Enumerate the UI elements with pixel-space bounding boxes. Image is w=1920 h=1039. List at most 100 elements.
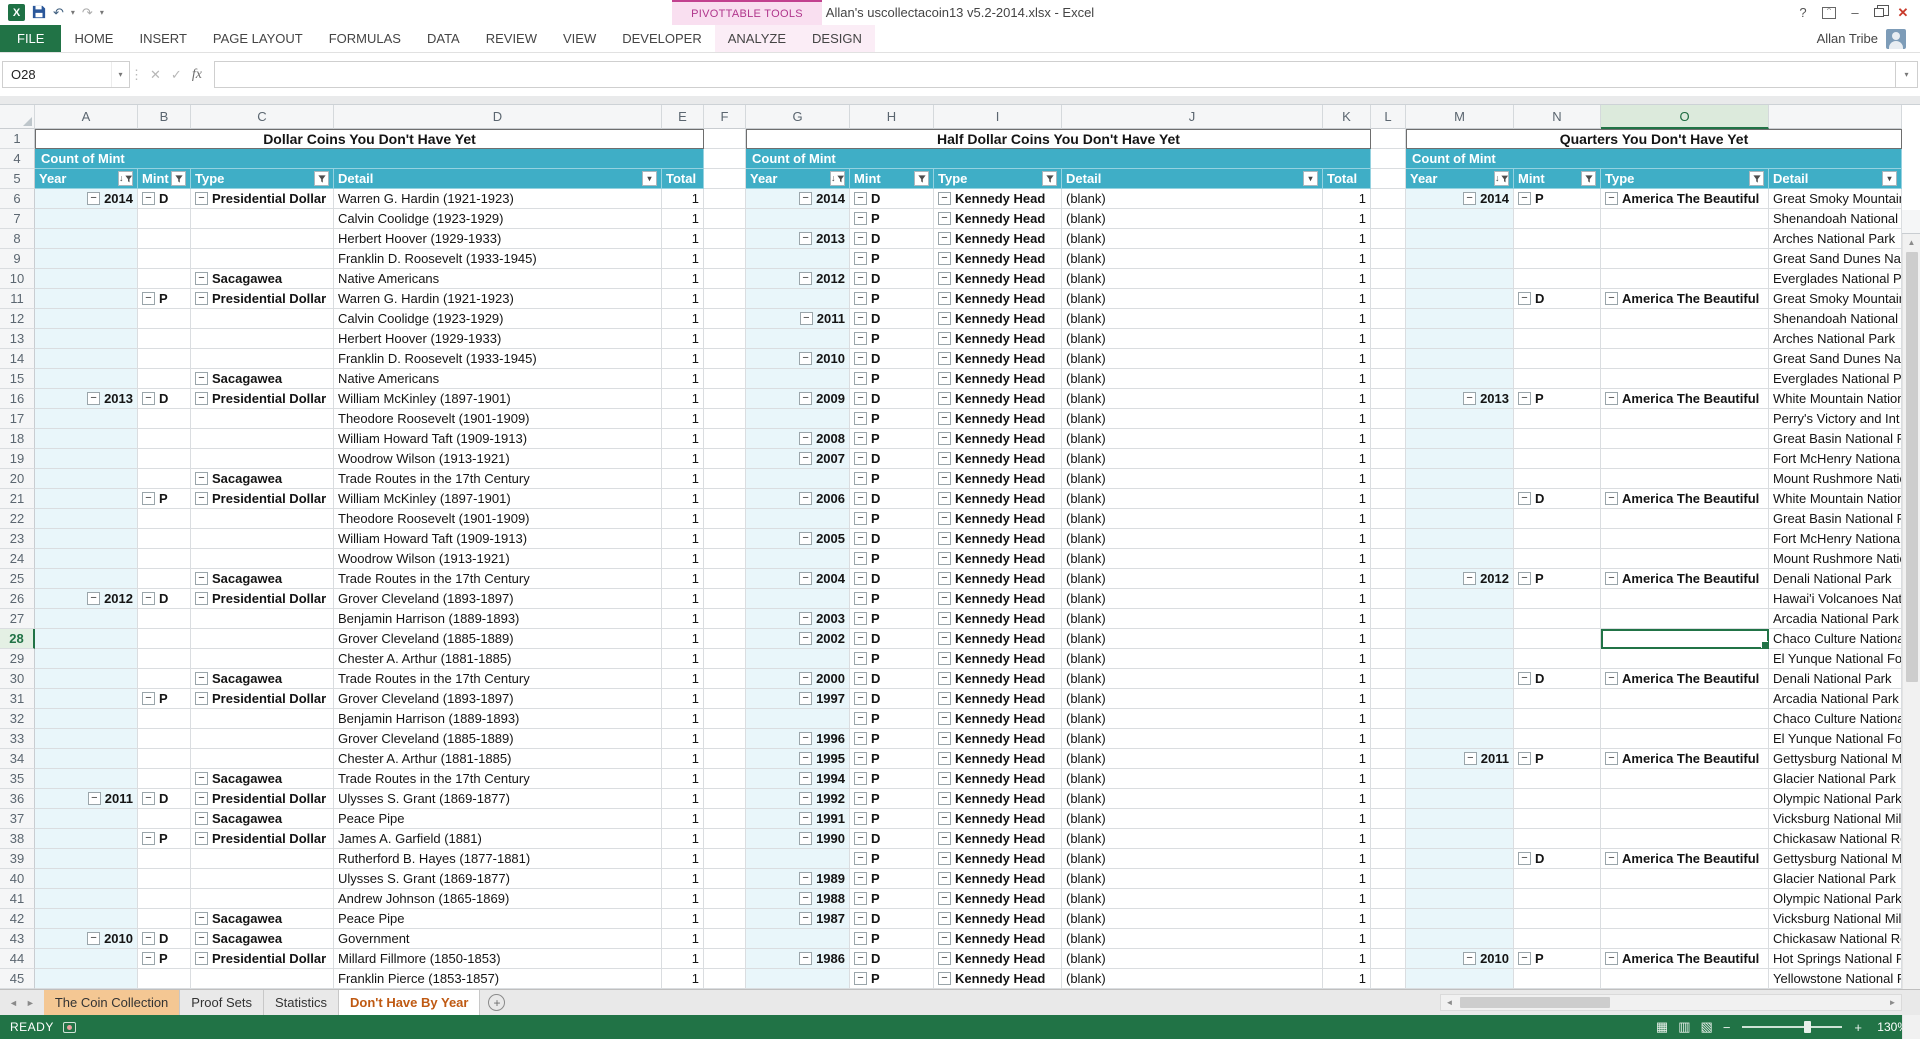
collapse-icon[interactable]: −	[1518, 672, 1531, 685]
grid-cell[interactable]: −P	[850, 369, 934, 389]
grid-cell[interactable]: −America The Beautiful	[1601, 749, 1769, 769]
collapse-icon[interactable]: −	[799, 752, 812, 765]
grid-cell[interactable]: −1989	[746, 869, 850, 889]
grid-cell[interactable]	[1514, 589, 1601, 609]
grid-cell[interactable]	[35, 369, 138, 389]
spacer-cell[interactable]	[1371, 169, 1406, 189]
grid-cell[interactable]: −Kennedy Head	[934, 389, 1062, 409]
grid-cell[interactable]: Arches National Park	[1769, 229, 1902, 249]
grid-cell[interactable]: −P	[850, 509, 934, 529]
grid-cell[interactable]: −Sacagawea	[191, 569, 334, 589]
grid-cell[interactable]: Calvin Coolidge (1923-1929)	[334, 309, 662, 329]
row-header-20[interactable]: 20	[0, 469, 35, 489]
spacer-cell[interactable]	[704, 369, 746, 389]
grid-cell[interactable]	[1514, 869, 1601, 889]
spacer-cell[interactable]	[704, 769, 746, 789]
grid-cell[interactable]: 1	[662, 349, 704, 369]
grid-cell[interactable]: 1	[1323, 609, 1371, 629]
grid-cell[interactable]: 1	[1323, 569, 1371, 589]
grid-cell[interactable]: −Presidential Dollar	[191, 489, 334, 509]
grid-cell[interactable]: (blank)	[1062, 709, 1323, 729]
grid-cell[interactable]: 1	[662, 409, 704, 429]
collapse-icon[interactable]: −	[195, 572, 208, 585]
grid-cell[interactable]: 1	[1323, 329, 1371, 349]
collapse-icon[interactable]: −	[799, 952, 812, 965]
grid-cell[interactable]: Chester A. Arthur (1881-1885)	[334, 649, 662, 669]
grid-cell[interactable]: −D	[850, 449, 934, 469]
collapse-icon[interactable]: −	[854, 392, 867, 405]
collapse-icon[interactable]: −	[938, 752, 951, 765]
grid-cell[interactable]: −D	[1514, 289, 1601, 309]
grid-cell[interactable]	[138, 449, 191, 469]
grid-cell[interactable]: −Kennedy Head	[934, 909, 1062, 929]
grid-cell[interactable]: 1	[1323, 809, 1371, 829]
grid-cell[interactable]	[1601, 409, 1769, 429]
grid-cell[interactable]: (blank)	[1062, 329, 1323, 349]
collapse-icon[interactable]: −	[938, 452, 951, 465]
spacer-cell[interactable]	[704, 849, 746, 869]
grid-cell[interactable]: −P	[850, 709, 934, 729]
grid-cell[interactable]: −Kennedy Head	[934, 249, 1062, 269]
grid-cell[interactable]: −Kennedy Head	[934, 789, 1062, 809]
filter-icon[interactable]	[1749, 171, 1764, 186]
grid-cell[interactable]	[1601, 689, 1769, 709]
grid-cell[interactable]: Peace Pipe	[334, 809, 662, 829]
grid-cell[interactable]	[1406, 789, 1514, 809]
grid-cell[interactable]: 1	[1323, 889, 1371, 909]
grid-cell[interactable]	[138, 809, 191, 829]
grid-cell[interactable]: −P	[850, 469, 934, 489]
collapse-icon[interactable]: −	[799, 352, 812, 365]
collapse-icon[interactable]: −	[799, 392, 812, 405]
grid-cell[interactable]: −Presidential Dollar	[191, 189, 334, 209]
grid-cell[interactable]	[138, 649, 191, 669]
grid-cell[interactable]	[35, 469, 138, 489]
ribbon-tab-formulas[interactable]: FORMULAS	[316, 25, 414, 52]
grid-cell[interactable]: −Sacagawea	[191, 369, 334, 389]
grid-cell[interactable]: William Howard Taft (1909-1913)	[334, 529, 662, 549]
column-header-E[interactable]: E	[662, 105, 704, 129]
grid-cell[interactable]	[1406, 369, 1514, 389]
grid-cell[interactable]: Trade Routes in the 17th Century	[334, 669, 662, 689]
collapse-icon[interactable]: −	[799, 272, 812, 285]
collapse-icon[interactable]: −	[938, 212, 951, 225]
grid-cell[interactable]	[1514, 969, 1601, 989]
collapse-icon[interactable]: −	[1518, 192, 1531, 205]
grid-cell[interactable]: 1	[1323, 249, 1371, 269]
collapse-icon[interactable]: −	[799, 632, 812, 645]
grid-cell[interactable]: −Sacagawea	[191, 909, 334, 929]
spacer-cell[interactable]	[704, 429, 746, 449]
collapse-icon[interactable]: −	[1518, 492, 1531, 505]
grid-cell[interactable]	[1406, 729, 1514, 749]
grid-cell[interactable]: −Kennedy Head	[934, 649, 1062, 669]
grid-cell[interactable]: Peace Pipe	[334, 909, 662, 929]
collapse-icon[interactable]: −	[854, 832, 867, 845]
grid-cell[interactable]: Theodore Roosevelt (1901-1909)	[334, 509, 662, 529]
spacer-cell[interactable]	[1371, 249, 1406, 269]
collapse-icon[interactable]: −	[195, 932, 208, 945]
grid-cell[interactable]	[35, 229, 138, 249]
grid-cell[interactable]: −P	[850, 869, 934, 889]
grid-cell[interactable]: 1	[1323, 929, 1371, 949]
grid-cell[interactable]: 1	[1323, 509, 1371, 529]
grid-cell[interactable]	[1601, 449, 1769, 469]
row-header-10[interactable]: 10	[0, 269, 35, 289]
spacer-cell[interactable]	[1371, 829, 1406, 849]
collapse-icon[interactable]: −	[854, 432, 867, 445]
grid-cell[interactable]	[191, 729, 334, 749]
grid-cell[interactable]	[746, 709, 850, 729]
grid-cell[interactable]	[1514, 609, 1601, 629]
spacer-cell[interactable]	[704, 229, 746, 249]
spacer-cell[interactable]	[1371, 789, 1406, 809]
grid-cell[interactable]: Vicksburg National Mil	[1769, 909, 1902, 929]
grid-cell[interactable]	[35, 529, 138, 549]
grid-cell[interactable]	[191, 849, 334, 869]
grid-cell[interactable]	[191, 429, 334, 449]
grid-cell[interactable]: 1	[662, 229, 704, 249]
grid-cell[interactable]	[1406, 709, 1514, 729]
grid-cell[interactable]: Franklin D. Roosevelt (1933-1945)	[334, 349, 662, 369]
grid-cell[interactable]: (blank)	[1062, 349, 1323, 369]
collapse-icon[interactable]: −	[854, 372, 867, 385]
scroll-right-icon[interactable]: ►	[1884, 995, 1901, 1010]
collapse-icon[interactable]: −	[142, 592, 155, 605]
grid-cell[interactable]: 1	[1323, 949, 1371, 969]
